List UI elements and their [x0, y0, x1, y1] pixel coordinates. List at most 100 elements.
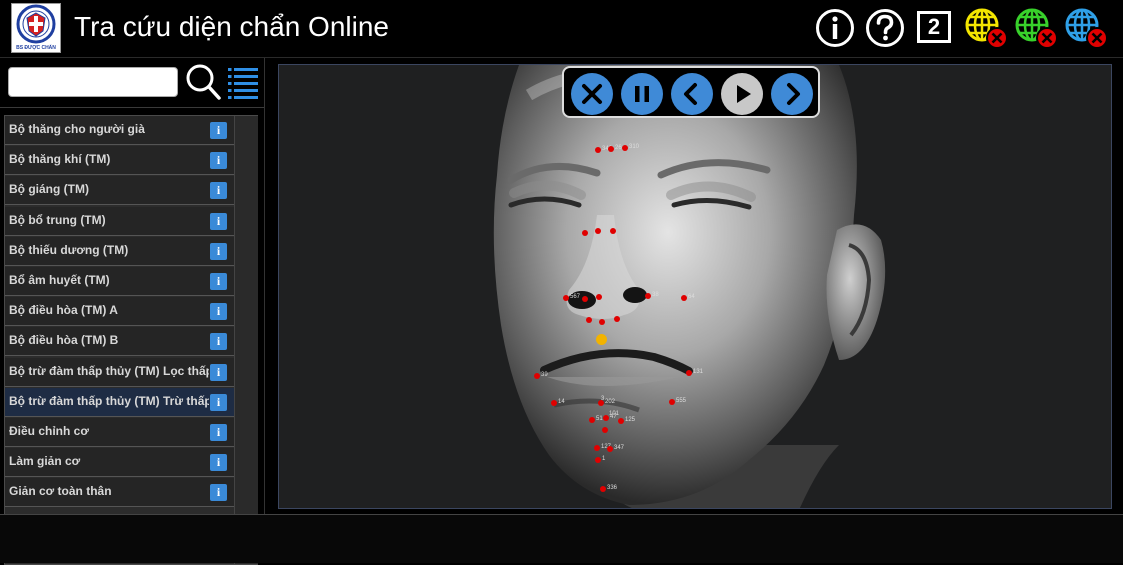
pause-icon — [635, 86, 649, 102]
close-button[interactable] — [571, 73, 613, 115]
list-item[interactable]: Làm giản cơ i — [5, 448, 234, 478]
acupoint-marker[interactable] — [602, 427, 608, 433]
next-button[interactable] — [771, 73, 813, 115]
points-layer: 340 26 310 567 38 64 39 131 14 555 202 51 47 125 127 34… — [279, 65, 1111, 508]
item-info-button[interactable]: i — [210, 182, 227, 200]
formula-list: Bộ thăng cho người già i Bộ thăng khí (TM)… — [4, 115, 258, 565]
list-item-label: Bộ điều hòa (TM) A — [9, 303, 118, 318]
item-info-button[interactable]: i — [210, 272, 227, 290]
item-info-button[interactable]: i — [210, 454, 227, 472]
list-icon — [228, 68, 258, 99]
acupoint-marker[interactable] — [669, 399, 675, 405]
globe-yellow-button[interactable] — [963, 7, 1011, 56]
acupoint-label: 3 — [601, 396, 605, 402]
list-item[interactable]: Điều chỉnh cơ i — [5, 417, 234, 447]
list-item-label: Bộ thăng khí (TM) — [9, 152, 111, 167]
acupoint-marker[interactable] — [589, 417, 595, 423]
sidebar-divider — [0, 107, 264, 108]
search-input[interactable] — [8, 67, 178, 97]
acupoint-marker[interactable] — [608, 146, 614, 152]
list-item-label: Bộ giáng (TM) — [9, 182, 89, 197]
list-item-label: Bộ thăng cho người già — [9, 122, 145, 136]
play-icon — [737, 85, 751, 103]
globe-green-button[interactable] — [1013, 7, 1061, 56]
previous-button[interactable] — [671, 73, 713, 115]
logo-caption: BS ĐƯỢC CHẨN — [16, 44, 56, 51]
item-info-button[interactable]: i — [210, 393, 227, 411]
acupoint-label: 336 — [607, 485, 618, 491]
acupoint-marker[interactable] — [622, 145, 628, 151]
pause-button[interactable] — [621, 73, 663, 115]
count-badge-button[interactable]: 2 — [917, 11, 951, 43]
item-info-button[interactable]: i — [210, 484, 227, 502]
acupoint-marker[interactable] — [595, 457, 601, 463]
acupoint-marker[interactable] — [586, 317, 592, 323]
acupoint-marker[interactable] — [534, 373, 540, 379]
acupoint-label: 39 — [541, 372, 548, 378]
close-icon — [582, 84, 602, 104]
formula-list-items: Bộ thăng cho người già i Bộ thăng khí (TM)… — [5, 116, 234, 508]
list-item[interactable]: Bộ điều hòa (TM) A i — [5, 297, 234, 327]
list-item[interactable]: Bộ thăng khí (TM) i — [5, 146, 234, 176]
info-button[interactable] — [815, 8, 855, 53]
acupoint-label: 51 — [596, 416, 603, 422]
list-item-label: Làm giản cơ — [9, 454, 81, 469]
acupoint-marker[interactable] — [563, 295, 569, 301]
item-info-button[interactable]: i — [210, 152, 227, 170]
list-item[interactable]: Bộ giáng (TM) i — [5, 176, 234, 206]
acupoint-marker[interactable] — [595, 147, 601, 153]
acupoint-label: 64 — [688, 294, 695, 300]
item-info-button[interactable]: i — [210, 363, 227, 381]
acupoint-label: 202 — [605, 399, 616, 405]
list-item[interactable]: Bổ âm huyết (TM) i — [5, 266, 234, 296]
globe-blue-button[interactable] — [1063, 7, 1111, 56]
active-acupoint-marker[interactable] — [596, 334, 607, 345]
acupoint-marker[interactable] — [582, 230, 588, 236]
count-badge: 2 — [927, 14, 941, 39]
acupoint-marker[interactable] — [607, 446, 613, 452]
list-item[interactable]: Bộ điều hòa (TM) B i — [5, 327, 234, 357]
list-scrollbar[interactable] — [234, 116, 258, 564]
acupoint-marker[interactable] — [686, 370, 692, 376]
acupoint-marker[interactable] — [599, 319, 605, 325]
acupoint-label: 131 — [693, 369, 704, 375]
list-item-label: Bộ trừ đàm thấp thủy (TM) Lọc thấp — [9, 363, 209, 378]
item-info-button[interactable]: i — [210, 303, 227, 321]
acupoint-marker[interactable] — [610, 228, 616, 234]
header-bar: BS ĐƯỢC CHẨN Tra cứu diện chẩn Online 2 — [0, 0, 1123, 58]
item-info-button[interactable]: i — [210, 242, 227, 260]
acupoint-marker[interactable] — [645, 293, 651, 299]
list-item[interactable]: Bộ trừ đàm thấp thủy (TM) Trừ thấp i — [5, 387, 234, 417]
next-icon — [787, 83, 800, 105]
acupoint-marker[interactable] — [551, 400, 557, 406]
item-info-button[interactable]: i — [210, 212, 227, 230]
list-item-label: Điều chỉnh cơ — [9, 423, 89, 438]
item-info-button[interactable]: i — [210, 333, 227, 351]
list-item[interactable]: Bộ trừ đàm thấp thủy (TM) Lọc thấp i — [5, 357, 234, 387]
acupoint-marker[interactable] — [582, 296, 588, 302]
acupoint-marker[interactable] — [595, 228, 601, 234]
item-info-button[interactable]: i — [210, 122, 227, 139]
acupoint-marker[interactable] — [614, 316, 620, 322]
list-item-label: Giản cơ toàn thân — [9, 484, 112, 499]
acupoint-marker[interactable] — [681, 295, 687, 301]
list-item[interactable]: Giản cơ toàn thân i — [5, 478, 234, 508]
play-button[interactable] — [721, 73, 763, 115]
globe-yellow-icon — [965, 8, 1008, 49]
page-title: Tra cứu diện chẩn Online — [74, 11, 389, 42]
item-info-button[interactable]: i — [210, 423, 227, 441]
search-button[interactable] — [184, 62, 222, 107]
acupoint-marker[interactable] — [594, 445, 600, 451]
help-button[interactable] — [865, 8, 905, 53]
list-view-button[interactable] — [227, 66, 259, 105]
acupoint-label: 555 — [676, 398, 687, 404]
list-item-label: Bổ âm huyết (TM) — [9, 272, 110, 287]
acupoint-marker[interactable] — [596, 294, 602, 300]
acupoint-marker[interactable] — [600, 486, 606, 492]
list-item[interactable]: Bộ bổ trung (TM) i — [5, 206, 234, 236]
list-item[interactable]: Bộ thiếu dương (TM) i — [5, 236, 234, 266]
acupoint-label: 38 — [652, 292, 659, 298]
acupoint-marker[interactable] — [618, 418, 624, 424]
list-item[interactable]: Bộ thăng cho người già i — [5, 116, 234, 145]
face-viewer[interactable]: 340 26 310 567 38 64 39 131 14 555 202 51 47 125 127 34… — [278, 64, 1112, 509]
